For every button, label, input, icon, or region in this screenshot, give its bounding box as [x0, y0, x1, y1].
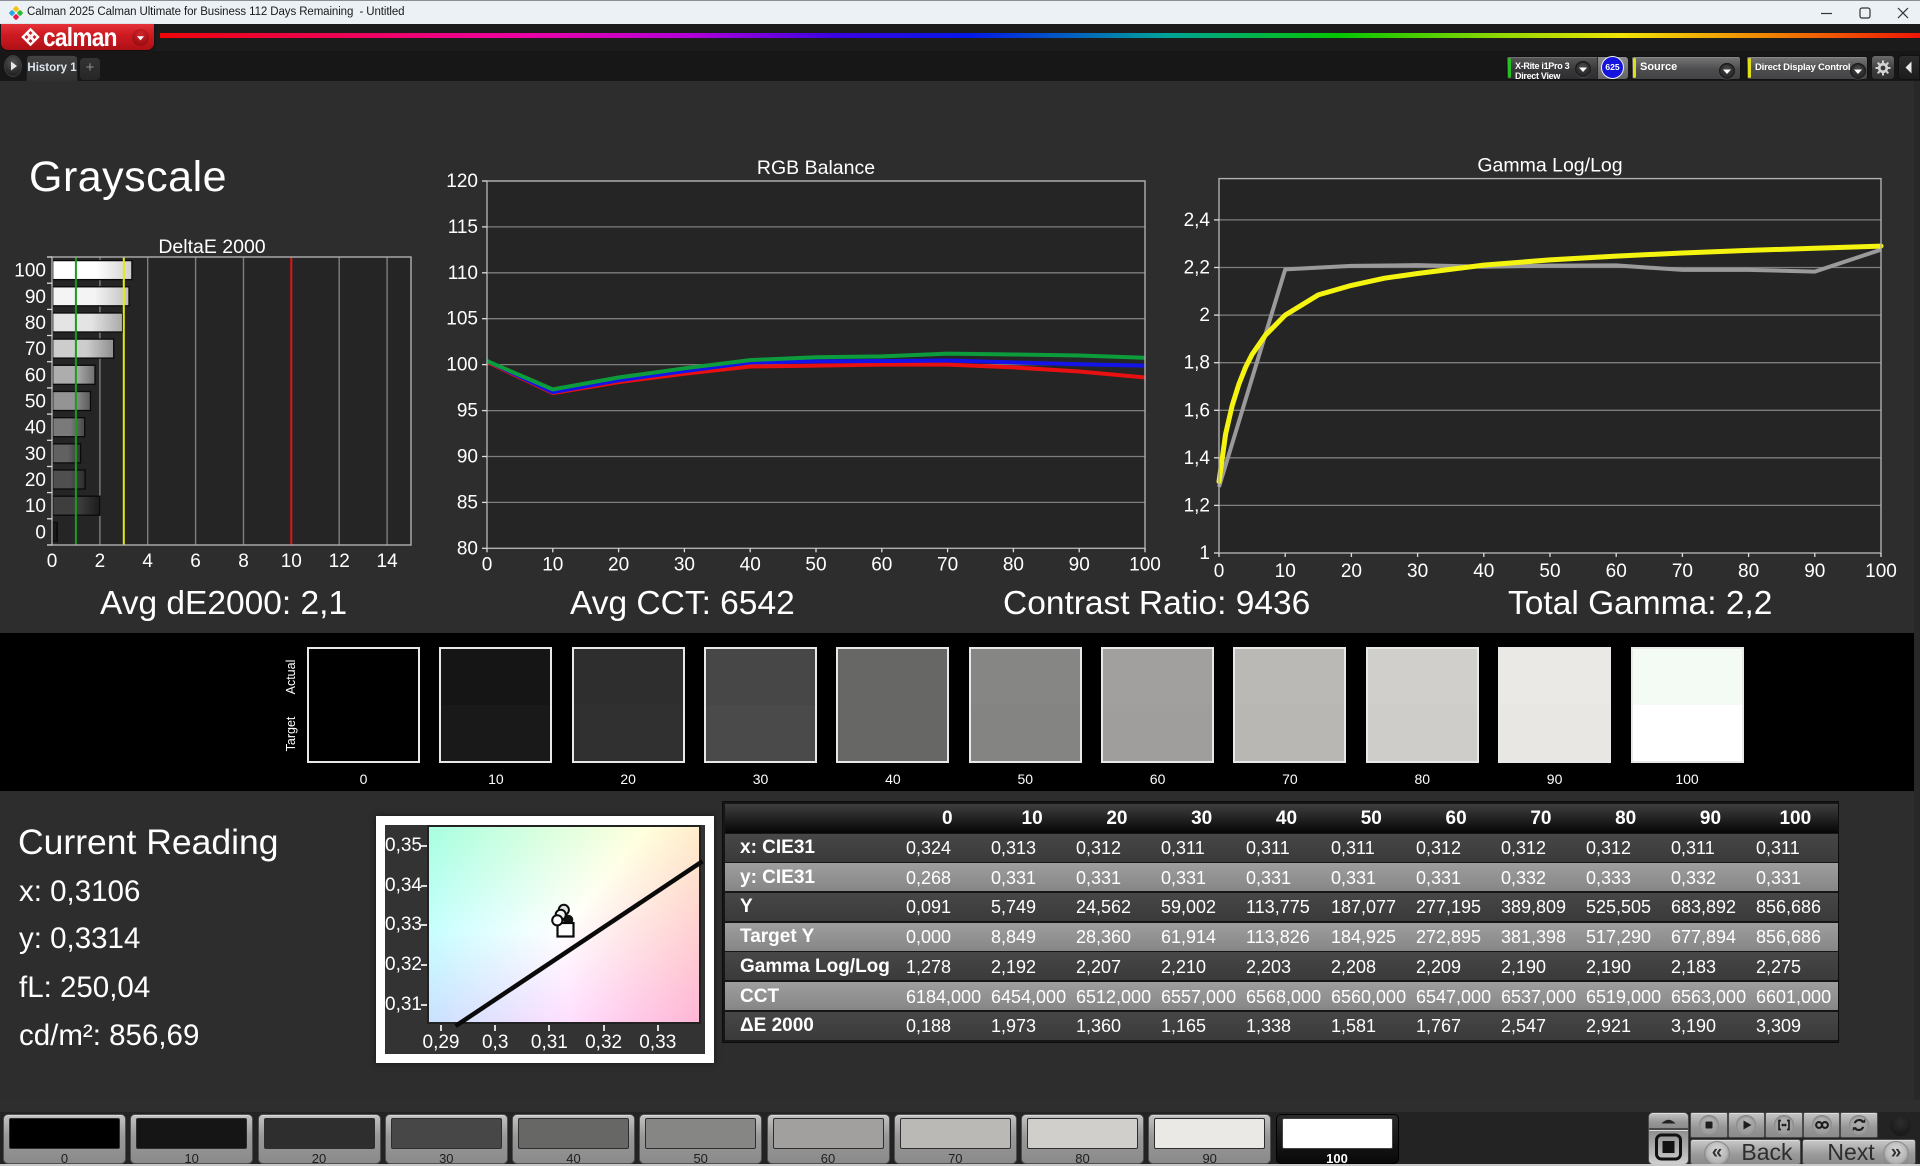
svg-text:1: 1 — [1199, 543, 1210, 564]
svg-text:8: 8 — [238, 551, 249, 572]
svg-text:90: 90 — [25, 287, 46, 308]
svg-text:50: 50 — [25, 392, 46, 413]
svg-text:2: 2 — [95, 551, 106, 572]
svg-text:110: 110 — [448, 263, 478, 284]
svg-text:2: 2 — [1199, 305, 1210, 326]
svg-text:0: 0 — [1214, 561, 1225, 582]
svg-text:Target: Target — [284, 716, 298, 751]
svg-text:120: 120 — [446, 171, 478, 192]
svg-text:60: 60 — [25, 365, 46, 386]
svg-text:30: 30 — [674, 554, 695, 575]
svg-text:80: 80 — [1003, 554, 1024, 575]
svg-text:50: 50 — [805, 554, 826, 575]
svg-text:60: 60 — [871, 554, 892, 575]
svg-text:1,2: 1,2 — [1184, 495, 1210, 516]
svg-text:30: 30 — [1407, 561, 1428, 582]
svg-text:50: 50 — [1539, 561, 1560, 582]
svg-text:10: 10 — [281, 551, 302, 572]
svg-text:4: 4 — [142, 551, 153, 572]
svg-text:105: 105 — [446, 309, 478, 330]
svg-text:80: 80 — [25, 313, 46, 334]
svg-text:100: 100 — [1865, 561, 1897, 582]
svg-text:DeltaE 2000: DeltaE 2000 — [158, 236, 265, 258]
svg-text:90: 90 — [457, 447, 478, 468]
svg-text:80: 80 — [1738, 561, 1759, 582]
svg-text:0: 0 — [47, 551, 58, 572]
svg-text:70: 70 — [937, 554, 958, 575]
svg-text:90: 90 — [1804, 561, 1825, 582]
svg-text:100: 100 — [446, 355, 478, 376]
svg-text:2,4: 2,4 — [1184, 210, 1211, 231]
svg-text:1,8: 1,8 — [1184, 353, 1210, 374]
svg-text:0: 0 — [35, 522, 46, 543]
svg-text:80: 80 — [457, 538, 478, 559]
svg-text:20: 20 — [608, 554, 629, 575]
svg-text:1,4: 1,4 — [1184, 448, 1211, 469]
svg-text:10: 10 — [542, 554, 563, 575]
svg-text:20: 20 — [1341, 561, 1362, 582]
svg-text:40: 40 — [740, 554, 761, 575]
svg-text:14: 14 — [377, 551, 399, 572]
svg-text:60: 60 — [1606, 561, 1627, 582]
svg-text:30: 30 — [25, 444, 46, 465]
svg-text:20: 20 — [25, 470, 46, 491]
svg-text:100: 100 — [14, 261, 46, 282]
svg-text:6: 6 — [190, 551, 201, 572]
svg-text:10: 10 — [25, 496, 46, 517]
svg-text:70: 70 — [1672, 561, 1693, 582]
svg-text:12: 12 — [329, 551, 350, 572]
svg-text:70: 70 — [25, 339, 46, 360]
svg-text:100: 100 — [1129, 554, 1161, 575]
svg-text:1,6: 1,6 — [1184, 400, 1210, 421]
svg-text:10: 10 — [1275, 561, 1296, 582]
svg-text:RGB Balance: RGB Balance — [757, 157, 875, 179]
svg-text:95: 95 — [457, 401, 478, 422]
svg-text:2,2: 2,2 — [1184, 258, 1210, 279]
svg-text:115: 115 — [448, 217, 478, 238]
svg-text:Gamma Log/Log: Gamma Log/Log — [1477, 155, 1622, 177]
svg-text:0: 0 — [482, 554, 493, 575]
svg-text:85: 85 — [457, 492, 478, 513]
svg-text:90: 90 — [1069, 554, 1090, 575]
svg-text:40: 40 — [25, 418, 46, 439]
svg-text:40: 40 — [1473, 561, 1494, 582]
svg-text:Actual: Actual — [284, 660, 298, 695]
